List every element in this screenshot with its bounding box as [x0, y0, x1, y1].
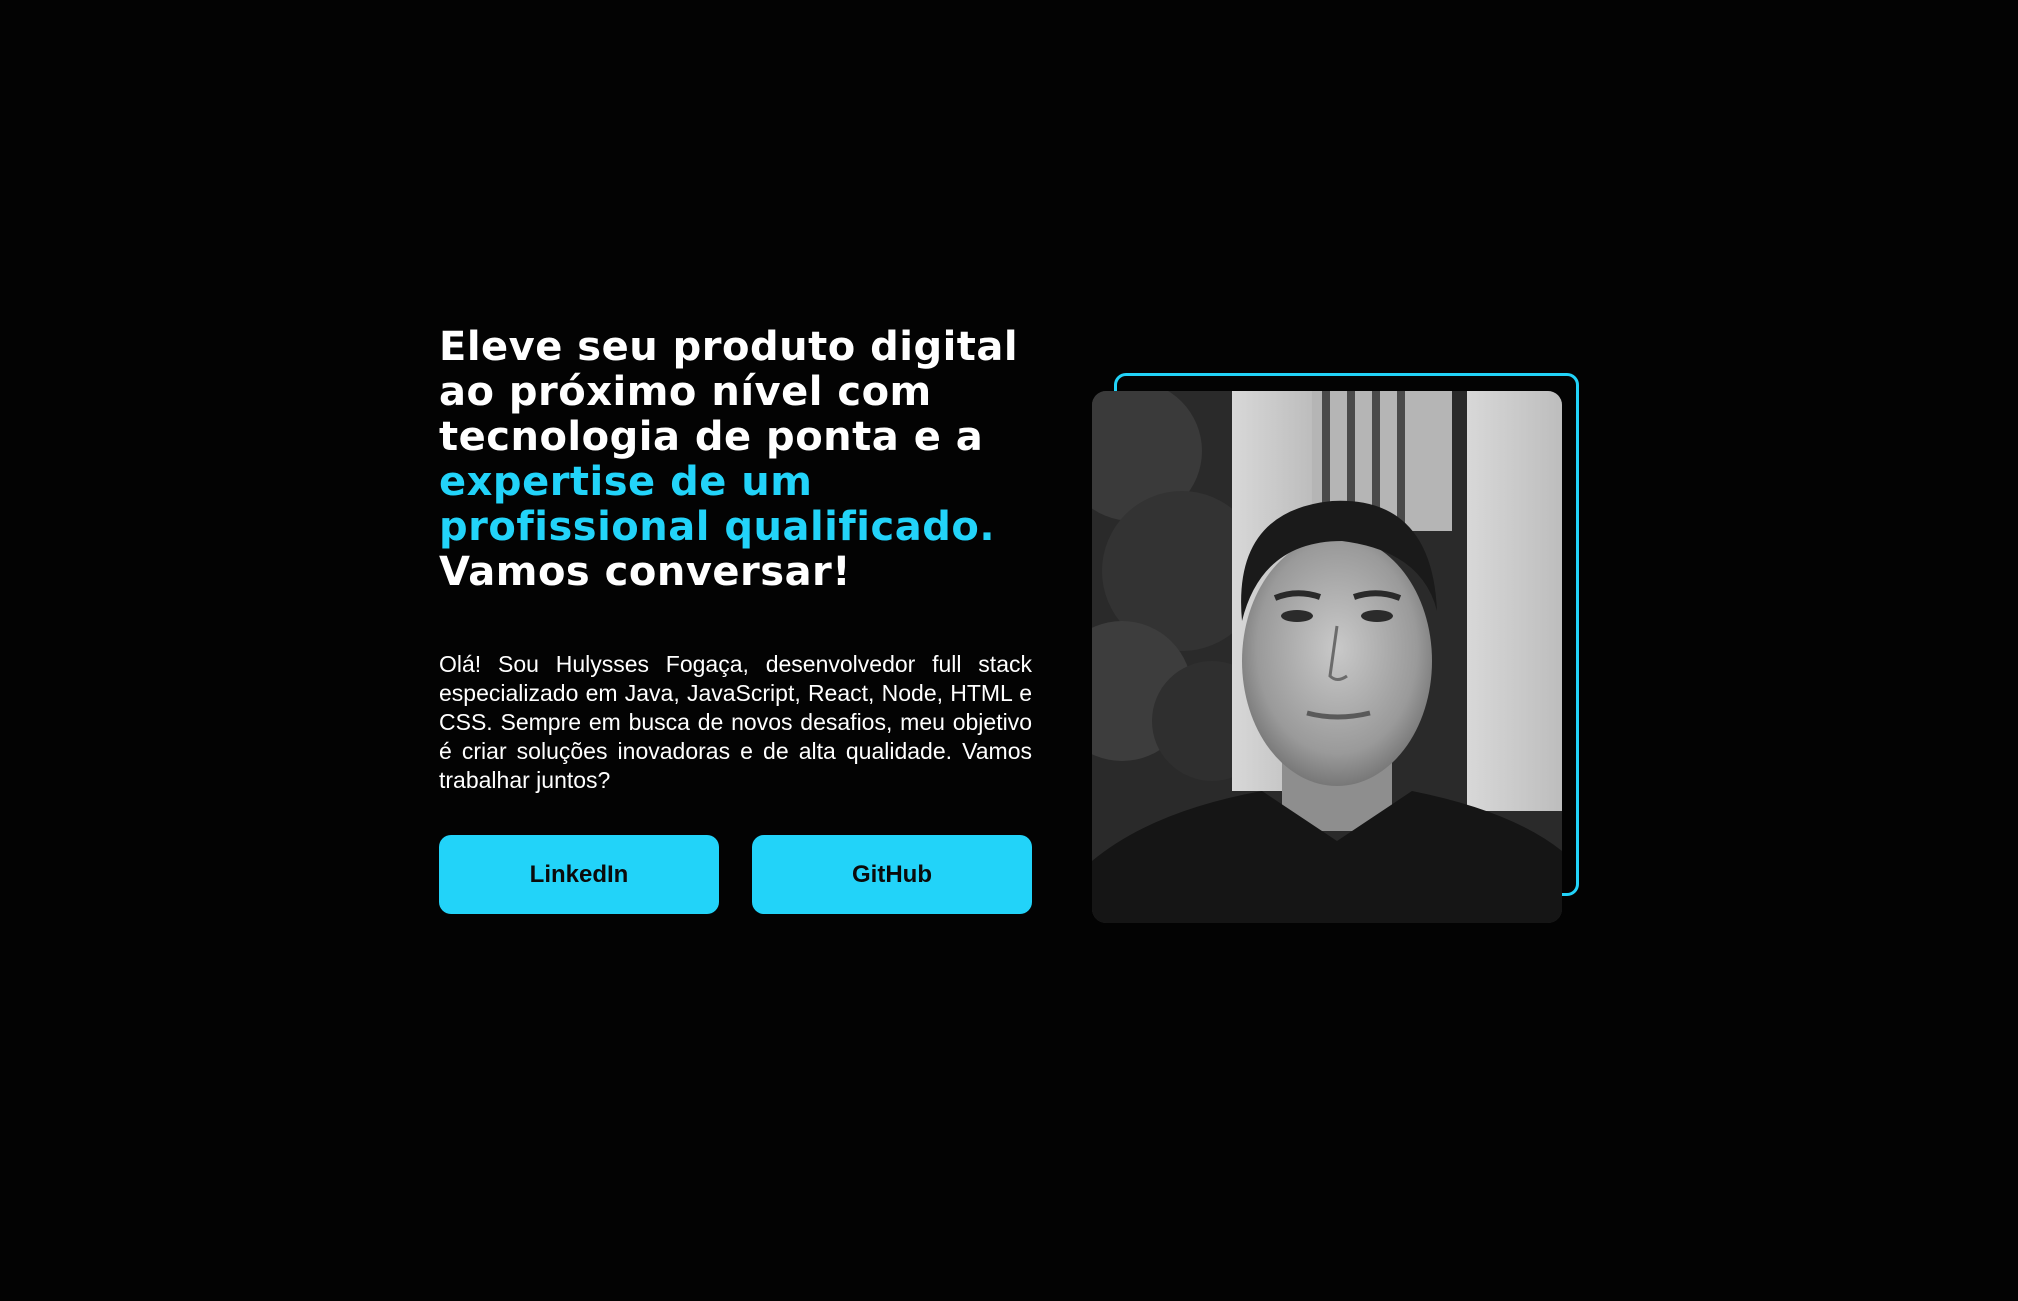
- github-button[interactable]: GitHub: [752, 835, 1032, 914]
- social-buttons: LinkedIn GitHub: [439, 835, 1032, 914]
- portrait-illustration: [1092, 391, 1562, 923]
- page: Eleve seu produto digital ao próximo nív…: [0, 0, 2018, 1301]
- headline-part2: Vamos conversar!: [439, 549, 852, 595]
- portrait-photo: [1092, 391, 1562, 923]
- headline-part1: Eleve seu produto digital ao próximo nív…: [439, 324, 1019, 460]
- headline-accent: expertise de um profissional qualificado…: [439, 459, 996, 550]
- hero-bio: Olá! Sou Hulysses Fogaça, desenvolvedor …: [439, 651, 1032, 793]
- hero-text-column: Eleve seu produto digital ao próximo nív…: [439, 325, 1032, 914]
- linkedin-button[interactable]: LinkedIn: [439, 835, 719, 914]
- hero-headline: Eleve seu produto digital ao próximo nív…: [439, 325, 1032, 595]
